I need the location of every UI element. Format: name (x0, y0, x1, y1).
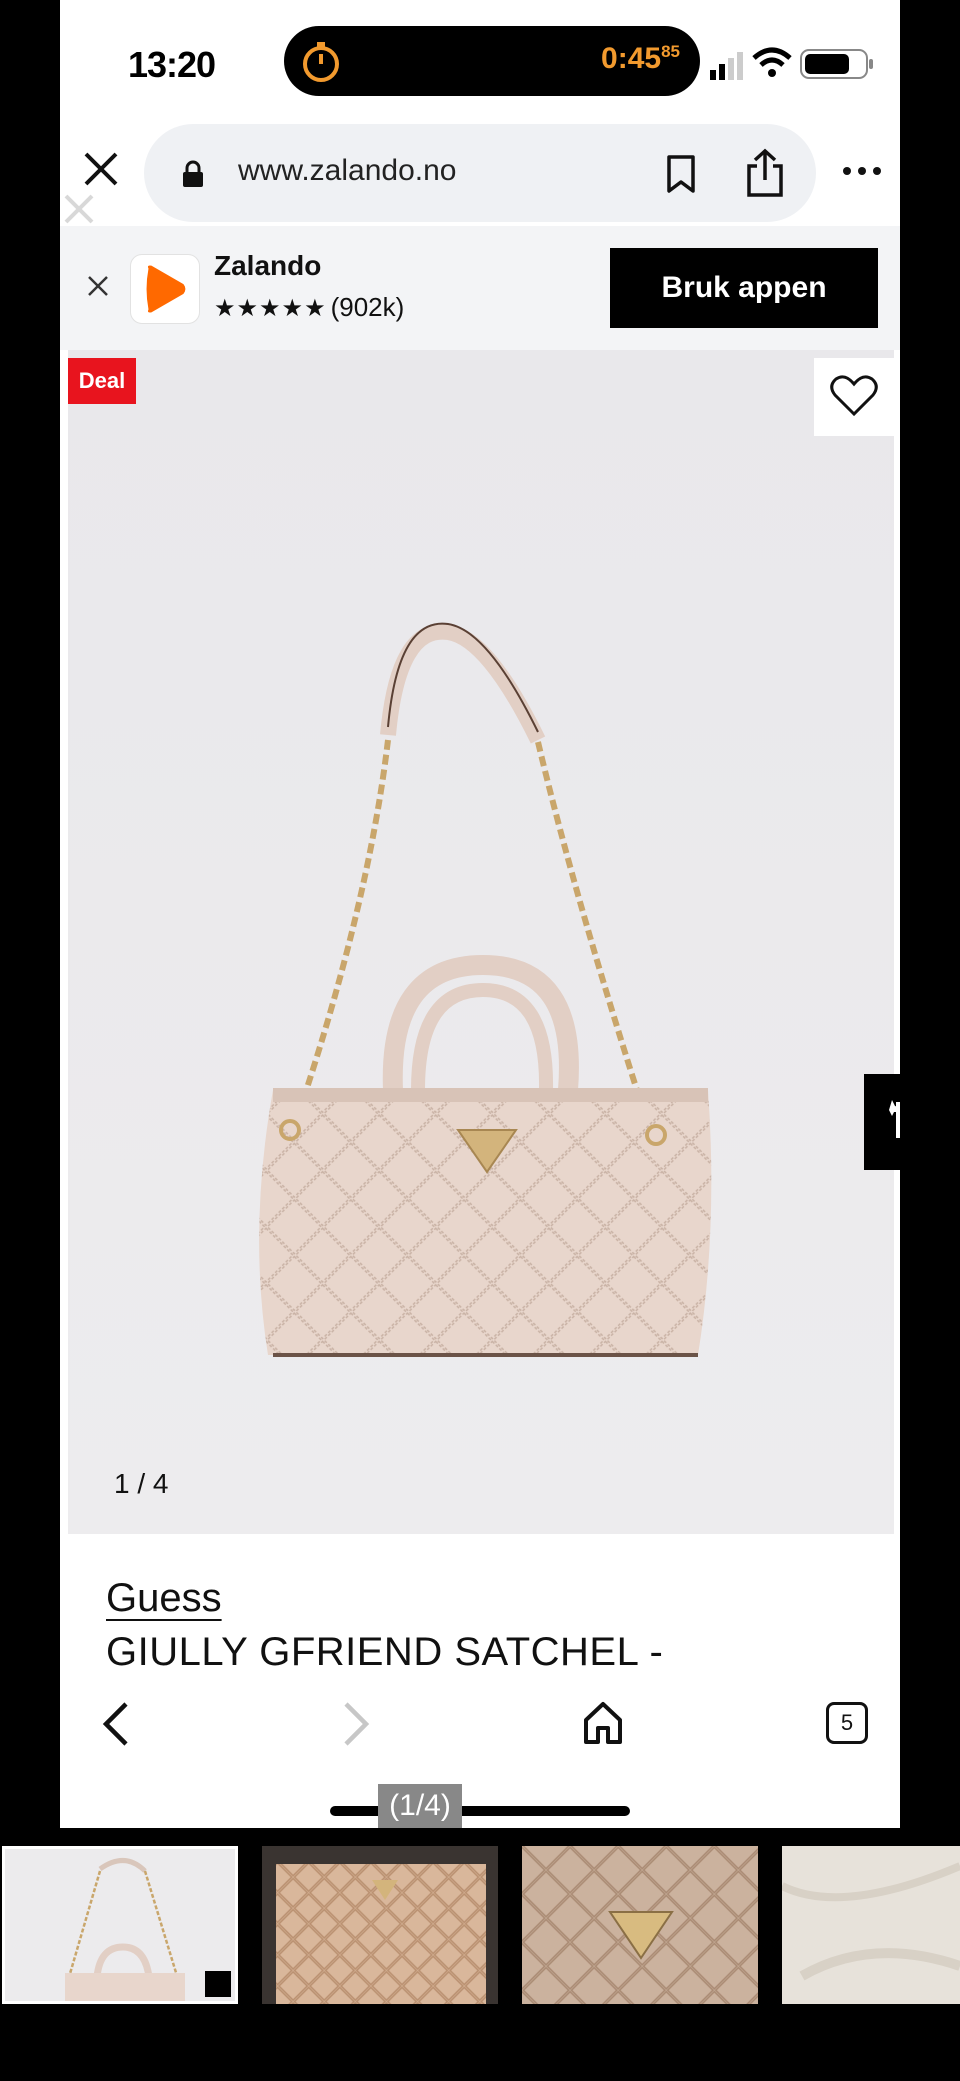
thumbnail-2[interactable] (262, 1846, 498, 2004)
back-icon[interactable] (96, 1700, 136, 1748)
deal-badge: Deal (68, 358, 136, 404)
crop-search-button[interactable] (864, 1074, 900, 1170)
dismiss-overlay-icon[interactable] (60, 190, 98, 228)
product-brand-link[interactable]: Guess (106, 1576, 222, 1621)
crop-icon (889, 1100, 900, 1138)
wifi-icon (752, 47, 792, 77)
thumbnail-image (5, 1849, 235, 2001)
banner-close-icon[interactable] (86, 274, 110, 298)
timer-readout: 0:4585 (601, 42, 680, 75)
bookmark-icon[interactable] (664, 154, 698, 194)
zalando-app-icon (130, 254, 200, 324)
thumbnail-image (262, 1846, 498, 2004)
thumbnail-image (782, 1846, 960, 2004)
product-title: GIULLY GFRIEND SATCHEL - (106, 1630, 664, 1674)
heart-icon (830, 375, 878, 417)
stopwatch-icon (303, 42, 339, 82)
gallery-thumbnails (0, 1846, 960, 2006)
more-icon[interactable] (842, 166, 882, 176)
thumbnail-3[interactable] (522, 1846, 758, 2004)
thumbnail-crop-icon (205, 1971, 231, 1997)
use-app-button[interactable]: Bruk appen (610, 248, 878, 328)
address-bar[interactable]: www.zalando.no (144, 124, 816, 222)
close-icon[interactable] (80, 148, 122, 190)
forward-icon[interactable] (336, 1700, 376, 1748)
thumbnail-image (522, 1846, 758, 2004)
url-text: www.zalando.no (238, 154, 457, 187)
smart-app-banner: Zalando ★★★★★ (902k) Bruk appen (60, 226, 900, 350)
browser-toolbar: 5 (60, 1682, 900, 1828)
share-icon[interactable] (744, 148, 786, 198)
app-rating: ★★★★★ (902k) (214, 292, 405, 322)
image-counter: 1 / 4 (114, 1468, 169, 1499)
app-name: Zalando (214, 250, 322, 281)
lock-icon (183, 160, 203, 187)
product-image-carousel[interactable]: Deal 1 / 4 (68, 350, 894, 1534)
gallery-pager: (1/4) (378, 1784, 462, 1828)
dynamic-island: 0:4585 (284, 26, 700, 96)
product-photo (68, 350, 894, 1534)
phone-screen: 13:20 0:4585 www.zalando.no Zalando ★★★★… (60, 0, 900, 1828)
address-bar-row: www.zalando.no (60, 118, 900, 224)
thumbnail-1[interactable] (2, 1846, 238, 2004)
home-indicator (330, 1806, 630, 1816)
home-icon[interactable] (582, 1700, 624, 1746)
battery-icon (800, 49, 873, 79)
tabs-button[interactable]: 5 (826, 1702, 868, 1744)
cellular-signal-icon (710, 52, 743, 80)
status-time: 13:20 (128, 44, 216, 85)
status-bar: 13:20 0:4585 (60, 0, 900, 120)
wishlist-button[interactable] (814, 358, 894, 436)
thumbnail-4[interactable] (782, 1846, 960, 2004)
